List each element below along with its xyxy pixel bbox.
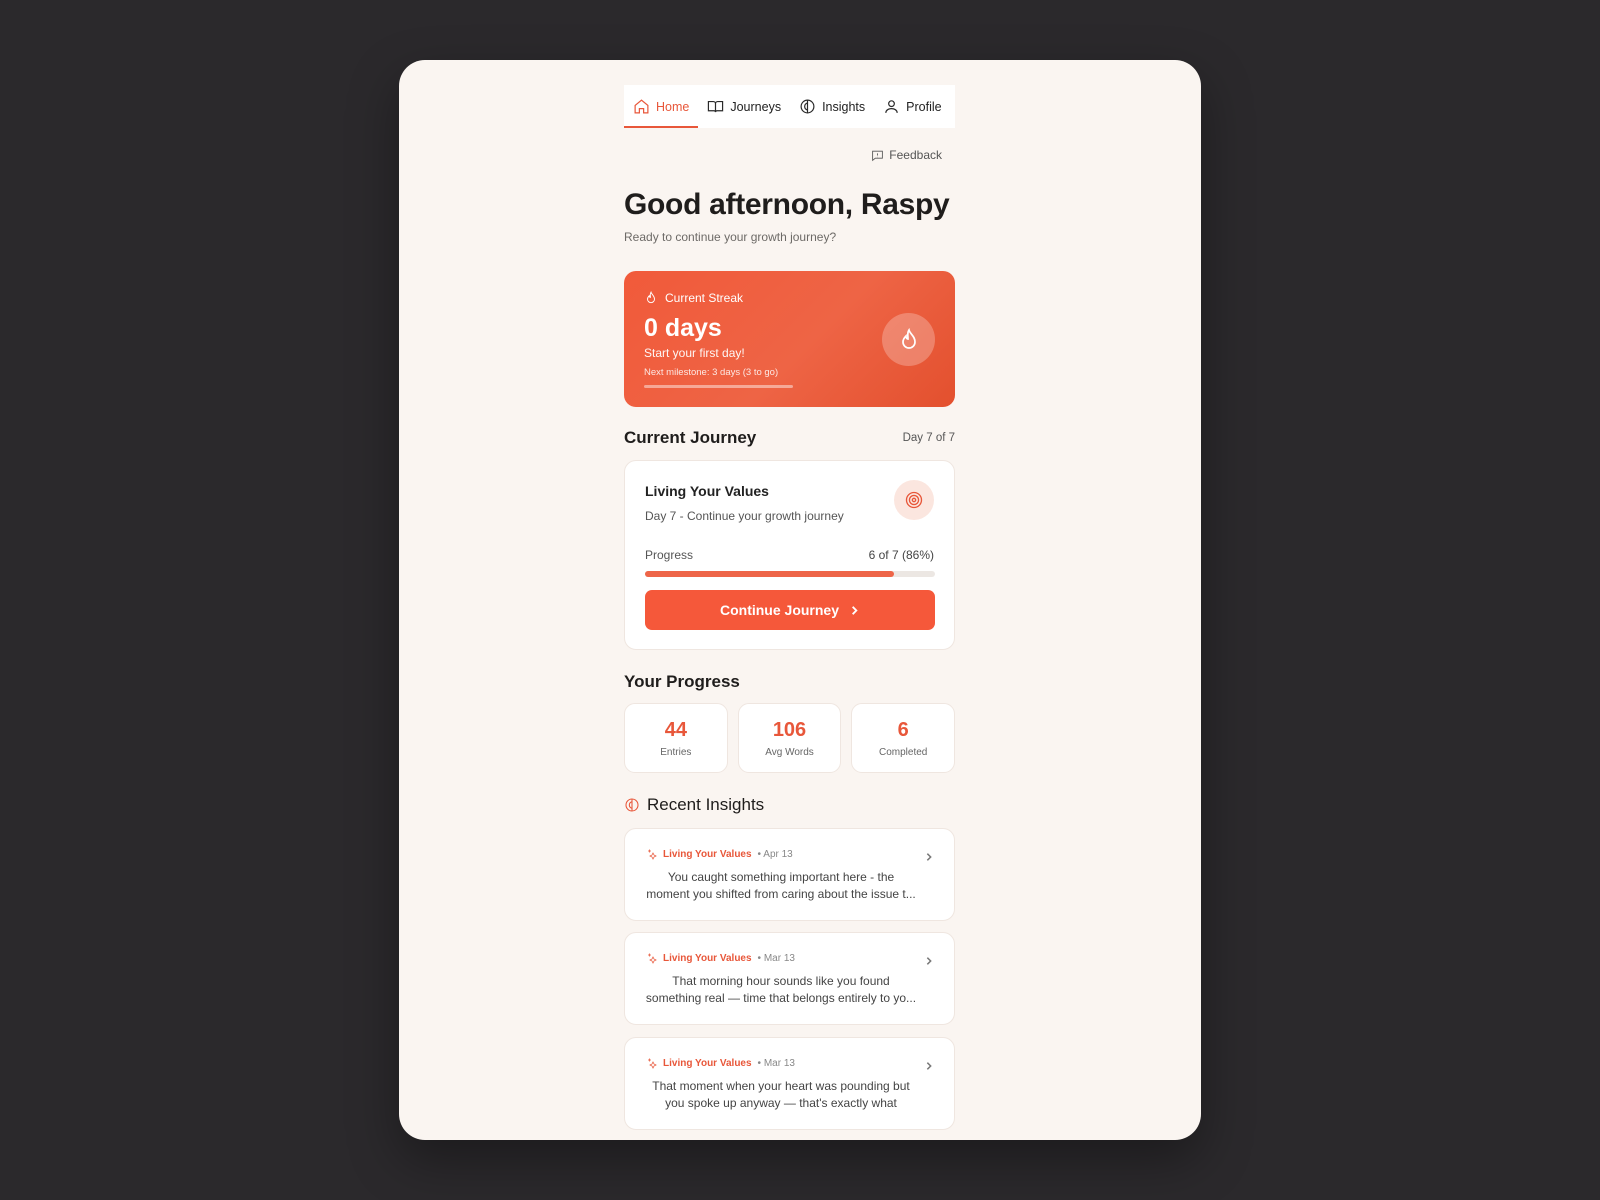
- stat-avg-words: 106 Avg Words: [737, 703, 842, 773]
- stat-entries: 44 Entries: [624, 703, 728, 773]
- insight-meta: Living Your Values • Mar 13: [645, 1057, 795, 1069]
- insight-tag: Living Your Values: [663, 1057, 752, 1069]
- insight-meta: Living Your Values • Apr 13: [645, 848, 793, 860]
- continue-journey-button[interactable]: Continue Journey: [645, 590, 935, 630]
- journey-progress-bar: [645, 571, 935, 577]
- insight-text: That moment when your heart was pounding…: [652, 1079, 910, 1110]
- user-icon: [885, 100, 898, 113]
- stat-completed: 6 Completed: [851, 703, 956, 773]
- sparkle-icon: [648, 953, 657, 964]
- recent-insights-title: Recent Insights: [647, 795, 765, 814]
- streak-label-text: Current Streak: [665, 291, 744, 305]
- chevron-right-icon: [924, 953, 934, 965]
- streak-days: 0 days: [644, 314, 722, 342]
- insight-date: • Mar 13: [757, 952, 795, 964]
- feedback-button[interactable]: Feedback: [871, 148, 942, 162]
- insight-date: • Apr 13: [757, 848, 793, 860]
- nav-journeys[interactable]: Journeys: [698, 85, 790, 128]
- insight-card[interactable]: Living Your Values • Mar 13 That moment …: [624, 1037, 955, 1130]
- stats-row: 44 Entries 106 Avg Words 6 Completed: [624, 703, 956, 773]
- journey-card: Living Your Values Day 7 - Continue your…: [624, 460, 955, 650]
- insight-card[interactable]: Living Your Values • Mar 13 That morning…: [624, 932, 955, 1025]
- stat-value: 6: [897, 718, 909, 741]
- target-icon: [905, 491, 923, 509]
- message-icon: [872, 150, 884, 161]
- chevron-right-icon: [924, 849, 934, 861]
- nav-home-label: Home: [656, 99, 690, 114]
- sparkle-icon: [648, 1058, 657, 1069]
- book-icon: [708, 100, 724, 113]
- streak-flame-badge: [882, 313, 935, 366]
- progress-value: 6 of 7 (86%): [868, 548, 934, 562]
- stat-label: Completed: [879, 746, 928, 758]
- greeting-title: Good afternoon, Raspy: [624, 188, 950, 221]
- main-column: Home Journeys Insights Profile Feedback …: [624, 60, 956, 1140]
- chevron-right-icon: [852, 605, 858, 615]
- your-progress-title: Your Progress: [624, 672, 740, 691]
- brain-icon: [800, 99, 815, 114]
- chevron-right-icon: [924, 1058, 934, 1070]
- insight-text: You caught something important here - th…: [646, 870, 916, 901]
- home-icon: [634, 99, 649, 114]
- insight-date: • Mar 13: [757, 1057, 795, 1069]
- flame-icon: [901, 327, 916, 349]
- nav-home[interactable]: Home: [624, 85, 699, 128]
- streak-subtitle: Start your first day!: [644, 346, 745, 360]
- insight-text: That morning hour sounds like you found …: [645, 974, 917, 1005]
- top-nav: Home Journeys Insights Profile: [624, 85, 955, 128]
- continue-journey-label: Continue Journey: [719, 602, 839, 618]
- streak-milestone: Next milestone: 3 days (3 to go): [644, 367, 779, 378]
- journey-progress-fill: [645, 571, 895, 577]
- stat-value: 106: [772, 718, 807, 741]
- sparkle-icon: [648, 849, 657, 860]
- streak-card: Current Streak 0 days Start your first d…: [624, 271, 955, 407]
- nav-insights[interactable]: Insights: [790, 85, 874, 128]
- stat-label: Entries: [660, 746, 692, 758]
- journey-subtitle: Day 7 - Continue your growth journey: [645, 509, 844, 523]
- journey-day-label: Day 7 of 7: [902, 432, 955, 444]
- nav-journeys-label: Journeys: [730, 99, 782, 114]
- journey-title: Living Your Values: [645, 483, 769, 499]
- insight-tag: Living Your Values: [663, 848, 752, 860]
- feedback-label: Feedback: [889, 148, 942, 162]
- streak-progress-bar: [644, 385, 793, 388]
- greeting-subtitle: Ready to continue your growth journey?: [624, 230, 837, 244]
- stat-value: 44: [664, 718, 687, 741]
- app-window: Home Journeys Insights Profile Feedback …: [399, 60, 1201, 1140]
- nav-insights-label: Insights: [822, 99, 866, 114]
- current-journey-title: Current Journey: [624, 428, 757, 447]
- progress-label: Progress: [645, 548, 694, 562]
- brain-icon: [625, 798, 639, 812]
- insight-meta: Living Your Values • Mar 13: [645, 952, 795, 964]
- insight-card[interactable]: Living Your Values • Apr 13 You caught s…: [624, 828, 955, 921]
- streak-label: Current Streak: [644, 291, 743, 305]
- nav-profile[interactable]: Profile: [874, 85, 950, 128]
- recent-insights-header: Recent Insights: [624, 795, 764, 815]
- stat-label: Avg Words: [765, 746, 814, 758]
- nav-profile-label: Profile: [906, 99, 942, 114]
- flame-icon: [647, 291, 655, 304]
- journey-badge: [894, 480, 934, 520]
- insight-tag: Living Your Values: [663, 952, 752, 964]
